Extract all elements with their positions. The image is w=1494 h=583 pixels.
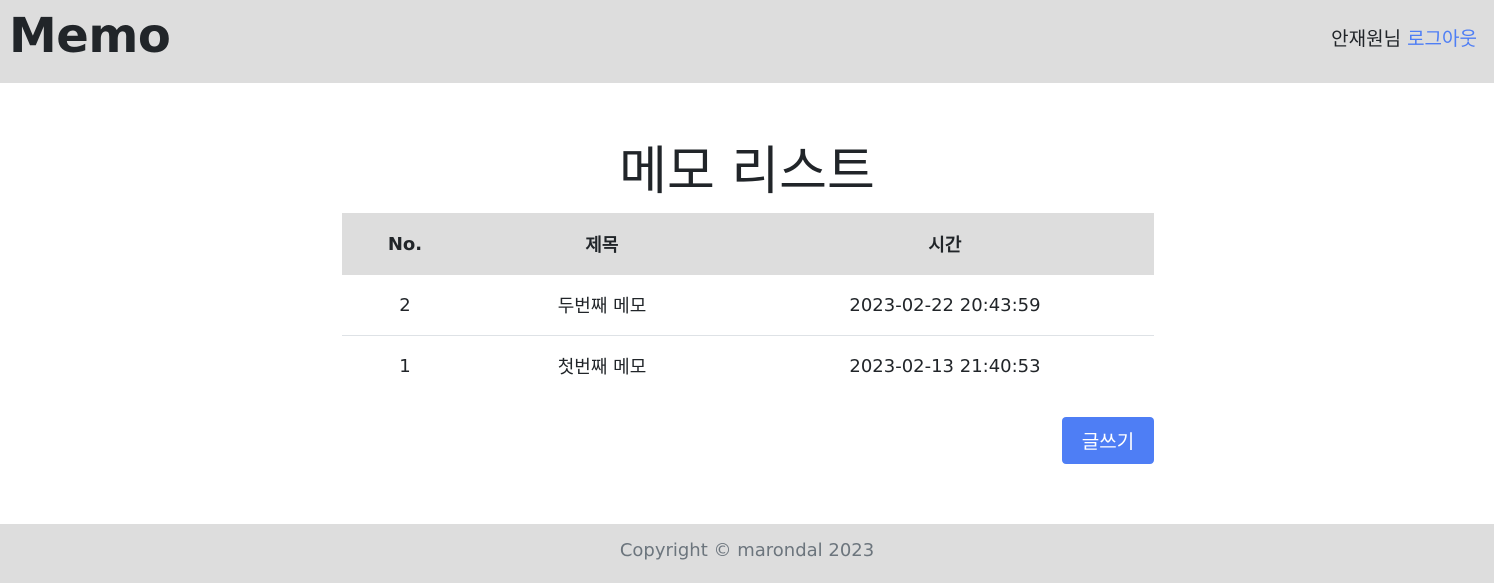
site-header: Memo 안재원님 로그아웃 [0, 0, 1494, 83]
column-header-title: 제목 [468, 213, 736, 275]
site-logo[interactable]: Memo [9, 6, 171, 66]
user-area: 안재원님 로그아웃 [1331, 26, 1477, 52]
memo-number: 2 [342, 275, 468, 336]
column-header-no: No. [342, 213, 468, 275]
memo-time: 2023-02-13 21:40:53 [849, 355, 1041, 377]
logout-link[interactable]: 로그아웃 [1407, 28, 1477, 50]
memo-title-link[interactable]: 첫번째 메모 [468, 336, 736, 397]
write-button[interactable]: 글쓰기 [1062, 417, 1154, 464]
memo-time: 2023-02-22 20:43:59 [736, 275, 1154, 336]
user-greeting: 안재원님 [1331, 28, 1402, 50]
memo-number: 1 [399, 355, 411, 377]
table-row[interactable]: 1 첫번째 메모 2023-02-13 21:40:53 [342, 336, 1154, 397]
table-row[interactable]: 2 두번째 메모 2023-02-22 20:43:59 [342, 275, 1154, 336]
site-footer: Copyright © marondal 2023 [0, 524, 1494, 583]
column-header-time: 시간 [736, 213, 1154, 275]
page-title: 메모 리스트 [619, 142, 875, 202]
memo-table: No. 제목 시간 2 두번째 메모 2023-02-22 20:43:59 1… [342, 213, 1154, 396]
copyright-text: Copyright © marondal 2023 [619, 540, 875, 561]
memo-title-link[interactable]: 두번째 메모 [468, 275, 736, 336]
table-header-row: No. 제목 시간 [342, 213, 1154, 275]
